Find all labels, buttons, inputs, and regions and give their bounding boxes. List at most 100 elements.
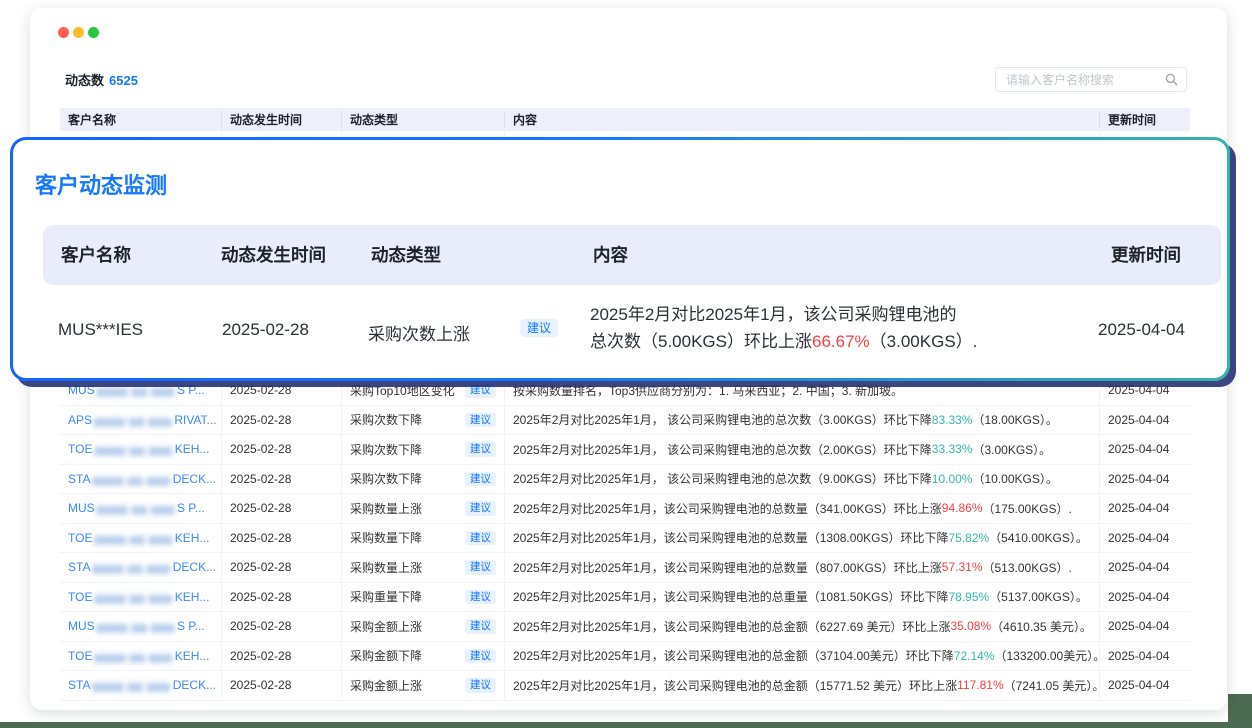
customer-name-suffix: KEH... [175, 442, 210, 456]
updated-date-cell: 2025-04-04 [1100, 494, 1190, 523]
customer-name-prefix: TOE [68, 442, 92, 456]
overlay-title: 客户动态监测 [35, 168, 167, 200]
type-cell: 采购次数下降建议 [342, 406, 505, 435]
event-date-cell: 2025-02-28 [222, 465, 342, 494]
updated-date-cell: 2025-04-04 [1100, 524, 1190, 553]
content-cell: 2025年2月对比2025年1月，该公司采购锂电池的总数量（341.00KGS）… [505, 494, 1100, 523]
updated-date-cell: 2025-04-04 [1100, 583, 1190, 612]
type-cell: 采购数量上涨建议 [342, 553, 505, 582]
customer-name-suffix: DECK... [173, 560, 216, 574]
suggestion-badge: 建议 [465, 383, 496, 398]
table-row: TOE▆▆▆▆ ▆▆ ▆▆▆KEH...2025-02-28采购重量下降建议20… [60, 583, 1190, 613]
column-header-type: 动态类型 [342, 111, 505, 128]
customer-name-prefix: MUS [68, 619, 95, 633]
customer-name-link[interactable]: MUS▆▆▆▆ ▆▆ ▆▆▆S P... [68, 619, 205, 633]
updated-date-cell: 2025-04-04 [1100, 553, 1190, 582]
content-cell: 2025年2月对比2025年1月，该公司采购锂电池的总金额（6227.69 美元… [505, 612, 1100, 641]
content-text: 2025年2月对比2025年1月，该公司采购锂电池的总数量（341.00KGS）… [513, 500, 942, 517]
customer-name-cell: TOE▆▆▆▆ ▆▆ ▆▆▆KEH... [60, 583, 222, 612]
redacted-name-segment: ▆▆▆▆ ▆▆ ▆▆▆ [92, 681, 170, 691]
overlay-content: 2025年2月对比2025年1月，该公司采购锂电池的 总次数（5.00KGS）环… [590, 301, 977, 355]
type-cell: 采购次数下降建议 [342, 465, 505, 494]
redacted-name-segment: ▆▆▆▆ ▆▆ ▆▆▆ [94, 534, 172, 544]
customer-name-suffix: RIVAT... [174, 413, 216, 427]
event-date-cell: 2025-02-28 [222, 671, 342, 700]
event-date-cell: 2025-02-28 [222, 642, 342, 671]
event-date-cell: 2025-02-28 [222, 583, 342, 612]
customer-name-prefix: TOE [68, 531, 92, 545]
content-text-post: （4610.35 美元）。 [991, 618, 1092, 635]
content-text: 2025年2月对比2025年1月，该公司采购锂电池的总金额（6227.69 美元… [513, 618, 950, 635]
customer-name-link[interactable]: MUS▆▆▆▆ ▆▆ ▆▆▆S P... [68, 383, 205, 397]
table-row: MUS▆▆▆▆ ▆▆ ▆▆▆S P...2025-02-28采购数量上涨建议20… [60, 494, 1190, 524]
percent-value: 83.33% [932, 413, 973, 427]
overlay-column-updated: 更新时间 [1111, 225, 1181, 285]
customer-name-prefix: TOE [68, 590, 92, 604]
suggestion-badge: 建议 [465, 649, 496, 664]
redacted-name-segment: ▆▆▆▆ ▆▆ ▆▆▆ [97, 504, 175, 514]
minimize-window-button[interactable] [73, 27, 84, 38]
overlay-column-content: 内容 [593, 225, 628, 285]
content-cell: 2025年2月对比2025年1月，该公司采购锂电池的总重量（1081.50KGS… [505, 583, 1100, 612]
type-cell: 采购重量下降建议 [342, 583, 505, 612]
content-text-post: （10.00KGS）。 [972, 470, 1057, 487]
type-label: 采购数量下降 [350, 529, 422, 546]
type-cell: 采购次数下降建议 [342, 435, 505, 464]
search-input[interactable] [1004, 72, 1159, 88]
overlay-percent-value: 66.67% [812, 332, 870, 351]
content-text-post: （7241.05 美元）。 [1004, 677, 1100, 694]
customer-name-link[interactable]: STA▆▆▆▆ ▆▆ ▆▆▆DECK... [68, 472, 216, 486]
percent-value: 72.14% [954, 649, 995, 663]
customer-name-prefix: TOE [68, 649, 92, 663]
column-header-event-time: 动态发生时间 [222, 111, 342, 128]
customer-name-suffix: S P... [177, 619, 205, 633]
event-date-cell: 2025-02-28 [222, 524, 342, 553]
type-label: 采购次数下降 [350, 411, 422, 428]
updated-date-cell: 2025-04-04 [1100, 465, 1190, 494]
event-date-cell: 2025-02-28 [222, 406, 342, 435]
table-row: APS▆▆▆▆ ▆▆ ▆▆▆RIVAT... 2025-02-28采购次数下降建议… [60, 406, 1190, 436]
content-text-post: （513.00KGS）. [983, 559, 1072, 576]
table-row: TOE▆▆▆▆ ▆▆ ▆▆▆KEH...2025-02-28采购金额下降建议20… [60, 642, 1190, 672]
close-window-button[interactable] [58, 27, 69, 38]
event-date-cell: 2025-02-28 [222, 612, 342, 641]
customer-name-link[interactable]: TOE▆▆▆▆ ▆▆ ▆▆▆KEH... [68, 531, 209, 545]
updated-date-cell: 2025-04-04 [1100, 671, 1190, 700]
customer-name-link[interactable]: TOE▆▆▆▆ ▆▆ ▆▆▆KEH... [68, 590, 209, 604]
customer-name-link[interactable]: MUS▆▆▆▆ ▆▆ ▆▆▆S P... [68, 501, 205, 515]
table-row: TOE▆▆▆▆ ▆▆ ▆▆▆KEH...2025-02-28采购数量下降建议20… [60, 524, 1190, 554]
updated-date-cell: 2025-04-04 [1100, 612, 1190, 641]
customer-name-link[interactable]: TOE▆▆▆▆ ▆▆ ▆▆▆KEH... [68, 649, 209, 663]
percent-value: 117.81% [957, 678, 1003, 692]
overlay-content-line2: 总次数（5.00KGS）环比上涨66.67%（3.00KGS）. [590, 328, 977, 355]
table-row: STA▆▆▆▆ ▆▆ ▆▆▆DECK... 2025-02-28采购次数下降建议 2… [60, 465, 1190, 495]
content-text: 2025年2月对比2025年1月， 该公司采购锂电池的总次数（2.00KGS）环… [513, 441, 932, 458]
customer-name-link[interactable]: TOE▆▆▆▆ ▆▆ ▆▆▆KEH... [68, 442, 209, 456]
content-cell: 2025年2月对比2025年1月，该公司采购锂电池的总数量（807.00KGS）… [505, 553, 1100, 582]
type-label: 采购数量上涨 [350, 500, 422, 517]
suggestion-badge: 建议 [465, 590, 496, 605]
customer-name-suffix: S P... [177, 383, 205, 397]
customer-name-link[interactable]: STA▆▆▆▆ ▆▆ ▆▆▆DECK... [68, 560, 216, 574]
content-text-post: （5410.00KGS）。 [989, 529, 1088, 546]
dynamics-count-value: 6525 [109, 73, 138, 88]
customer-name-cell: MUS▆▆▆▆ ▆▆ ▆▆▆S P... [60, 612, 222, 641]
zoom-window-button[interactable] [88, 27, 99, 38]
overlay-column-type: 动态类型 [371, 225, 441, 285]
event-date-cell: 2025-02-28 [222, 494, 342, 523]
customer-search-box[interactable] [995, 67, 1187, 92]
customer-name-link[interactable]: APS▆▆▆▆ ▆▆ ▆▆▆RIVAT... [68, 413, 217, 427]
overlay-table-header: 客户名称 动态发生时间 动态类型 内容 更新时间 [43, 225, 1221, 285]
content-text: 2025年2月对比2025年1月，该公司采购锂电池的总金额（15771.52 美… [513, 677, 957, 694]
customer-name-link[interactable]: STA▆▆▆▆ ▆▆ ▆▆▆DECK... [68, 678, 216, 692]
content-text-post: （18.00KGS）。 [972, 411, 1057, 428]
redacted-name-segment: ▆▆▆▆ ▆▆ ▆▆▆ [94, 445, 172, 455]
type-cell: 采购金额上涨建议 [342, 671, 505, 700]
column-header-customer: 客户名称 [60, 111, 222, 128]
customer-name-prefix: STA [68, 678, 90, 692]
type-label: 采购次数下降 [350, 441, 422, 458]
type-cell: 采购金额下降建议 [342, 642, 505, 671]
dynamics-count-label: 动态数 [65, 73, 104, 88]
table-row: MUS▆▆▆▆ ▆▆ ▆▆▆S P...2025-02-28采购金额上涨建议20… [60, 612, 1190, 642]
table-row: STA▆▆▆▆ ▆▆ ▆▆▆DECK... 2025-02-28采购金额上涨建议 2… [60, 671, 1190, 701]
